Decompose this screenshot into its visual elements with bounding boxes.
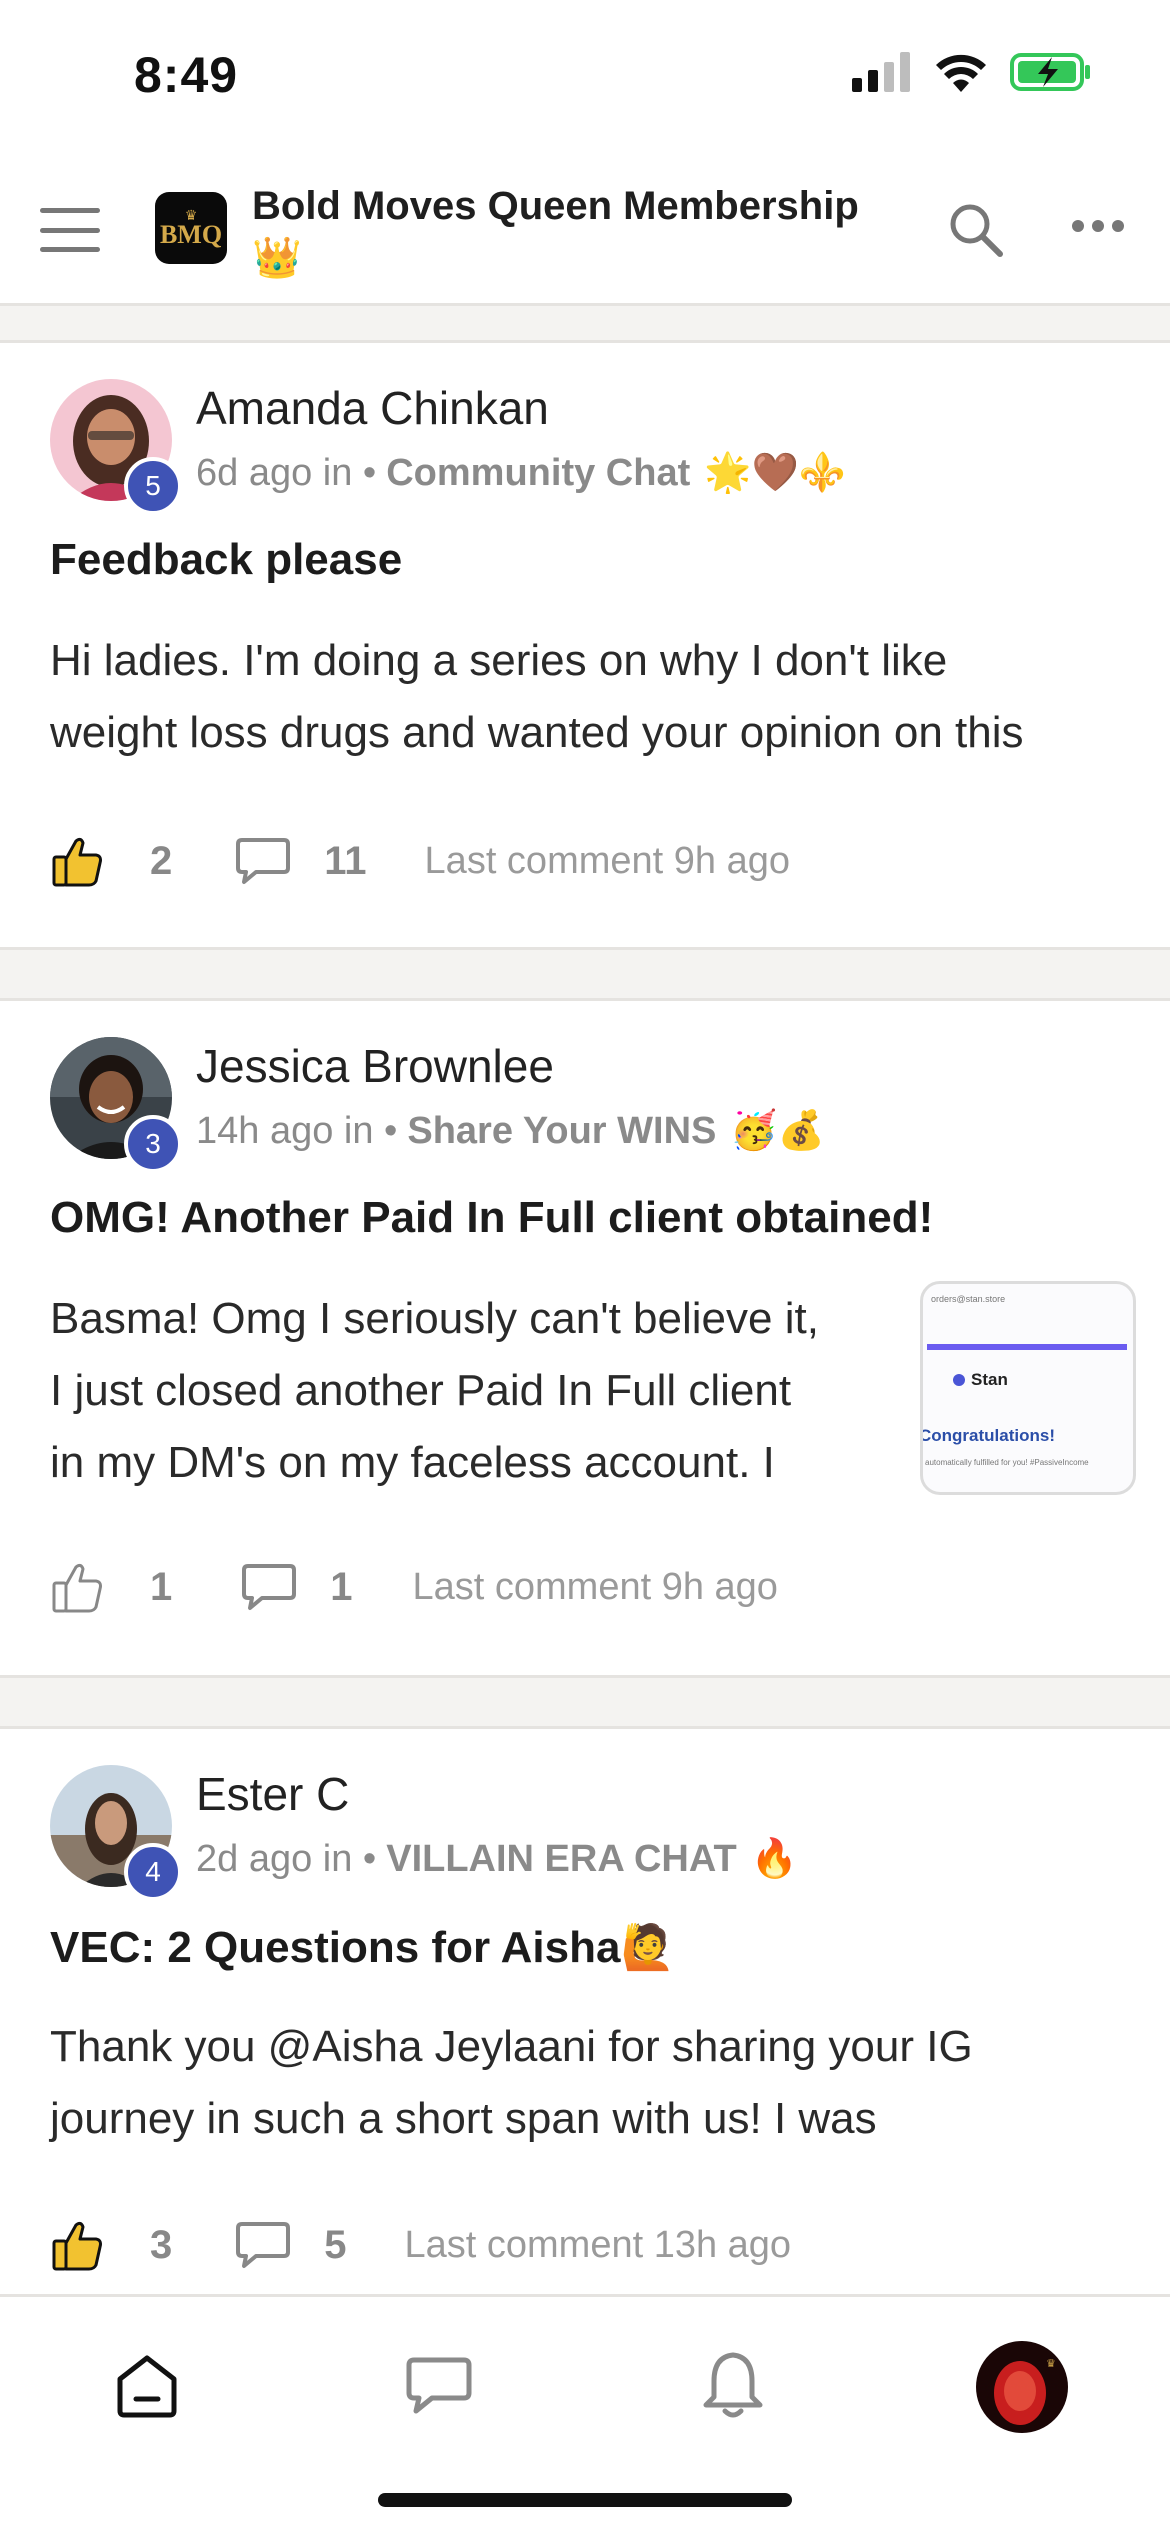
- hamburger-menu-icon[interactable]: [40, 208, 100, 252]
- level-badge: 3: [124, 1115, 182, 1173]
- post-time: 6d ago in •: [196, 451, 377, 494]
- comment-count: 11: [324, 838, 367, 883]
- thumb-small-text: automatically fulfilled for you! #Passiv…: [925, 1458, 1089, 1467]
- like-thumbs-up-icon[interactable]: [50, 833, 106, 889]
- status-time: 8:49: [134, 47, 239, 103]
- post-actions: 2 11 Last comment 9h ago: [50, 833, 790, 889]
- author-avatar-wrap[interactable]: 5: [50, 379, 182, 515]
- like-count: 2: [150, 838, 173, 883]
- post-title[interactable]: VEC: 2 Questions for Aisha🙋: [50, 1921, 675, 1973]
- post-body[interactable]: Basma! Omg I seriously can't believe it,…: [50, 1283, 910, 1499]
- thumb-brand-name: Stan: [971, 1370, 1008, 1389]
- comment-icon[interactable]: [240, 1562, 298, 1612]
- group-logo[interactable]: ♛ BMQ: [155, 192, 227, 264]
- like-count: 1: [150, 1564, 173, 1609]
- group-name: Bold Moves Queen Membership: [252, 184, 859, 228]
- like-thumbs-up-icon[interactable]: [50, 1559, 106, 1615]
- chat-icon[interactable]: [404, 2355, 474, 2417]
- post-meta: 2d ago in • VILLAIN ERA CHAT 🔥: [196, 1837, 798, 1881]
- post-card[interactable]: 5 Amanda Chinkan 6d ago in • Community C…: [0, 340, 1170, 950]
- comment-icon[interactable]: [234, 2220, 292, 2270]
- logo-letters: BMQ: [159, 220, 223, 249]
- category-emoji: 🥳💰: [730, 1110, 825, 1152]
- author-name[interactable]: Jessica Brownlee: [196, 1039, 554, 1093]
- post-meta: 14h ago in • Share Your WINS 🥳💰: [196, 1109, 825, 1153]
- post-meta: 6d ago in • Community Chat 🌟🤎⚜️: [196, 451, 846, 495]
- category-emoji: 🔥: [750, 1838, 798, 1880]
- post-title[interactable]: OMG! Another Paid In Full client obtaine…: [50, 1193, 933, 1243]
- post-time: 14h ago in •: [196, 1109, 398, 1152]
- home-icon[interactable]: [114, 2353, 180, 2419]
- thumb-accent-bar: [927, 1344, 1127, 1350]
- bottom-nav: ♛: [0, 2294, 1170, 2532]
- post-body-line: Thank you @Aisha Jeylaani for sharing yo…: [50, 2022, 973, 2071]
- group-emoji: 👑: [252, 236, 302, 280]
- post-body-line: in my DM's on my faceless account. I: [50, 1438, 775, 1487]
- like-thumbs-up-icon[interactable]: [50, 2217, 106, 2273]
- category-emoji: 🌟🤎⚜️: [704, 452, 847, 494]
- post-actions: 3 5 Last comment 13h ago: [50, 2217, 791, 2273]
- status-bar: 8:49: [0, 0, 1170, 150]
- last-comment: Last comment 9h ago: [412, 1565, 778, 1608]
- profile-avatar[interactable]: ♛: [976, 2341, 1068, 2433]
- author-name[interactable]: Ester C: [196, 1767, 349, 1821]
- post-title[interactable]: Feedback please: [50, 535, 402, 585]
- cellular-signal-icon: [852, 52, 910, 92]
- post-body-line: Hi ladies. I'm doing a series on why I d…: [50, 636, 948, 685]
- bell-icon[interactable]: [700, 2349, 766, 2421]
- last-comment: Last comment 9h ago: [424, 839, 790, 882]
- status-icons: [852, 52, 1092, 92]
- post-body[interactable]: Hi ladies. I'm doing a series on why I d…: [50, 625, 1024, 769]
- author-avatar-wrap[interactable]: 3: [50, 1037, 182, 1173]
- profile-logo-mark: ♛: [1046, 2358, 1056, 2370]
- author-name[interactable]: Amanda Chinkan: [196, 381, 549, 435]
- post-body-line: journey in such a short span with us! I …: [50, 2094, 877, 2143]
- comment-count: 1: [330, 1564, 353, 1609]
- comment-count: 5: [324, 2222, 347, 2267]
- home-indicator: [378, 2493, 792, 2507]
- post-body-line: weight loss drugs and wanted your opinio…: [50, 708, 1024, 757]
- post-card[interactable]: 3 Jessica Brownlee 14h ago in • Share Yo…: [0, 998, 1170, 1678]
- category-link[interactable]: Share Your WINS: [407, 1110, 716, 1153]
- thumb-email: orders@stan.store: [931, 1294, 1006, 1304]
- post-body-line: I just closed another Paid In Full clien…: [50, 1366, 792, 1415]
- app-header: ♛ BMQ Bold Moves Queen Membership 👑: [0, 150, 1170, 306]
- like-count: 3: [150, 2222, 173, 2267]
- group-title[interactable]: Bold Moves Queen Membership 👑: [252, 180, 892, 284]
- category-link[interactable]: VILLAIN ERA CHAT: [386, 1838, 736, 1881]
- search-icon[interactable]: [946, 200, 1006, 260]
- post-body[interactable]: Thank you @Aisha Jeylaani for sharing yo…: [50, 2011, 973, 2155]
- comment-icon[interactable]: [234, 836, 292, 886]
- author-avatar-wrap[interactable]: 4: [50, 1765, 182, 1901]
- more-options-icon[interactable]: [1072, 220, 1124, 232]
- level-badge: 5: [124, 457, 182, 515]
- post-actions: 1 1 Last comment 9h ago: [50, 1559, 778, 1615]
- post-card[interactable]: 4 Ester C 2d ago in • VILLAIN ERA CHAT 🔥…: [0, 1726, 1170, 2294]
- post-image-thumbnail[interactable]: orders@stan.store Stan Congratulations! …: [920, 1281, 1136, 1495]
- thumb-brand: Stan: [953, 1370, 1008, 1390]
- post-body-line: Basma! Omg I seriously can't believe it,: [50, 1294, 819, 1343]
- post-time: 2d ago in •: [196, 1837, 377, 1880]
- thumb-headline: Congratulations!: [920, 1426, 1055, 1445]
- battery-charging-icon: [1010, 53, 1090, 91]
- category-link[interactable]: Community Chat: [386, 452, 690, 495]
- wifi-icon: [936, 54, 986, 92]
- level-badge: 4: [124, 1843, 182, 1901]
- stan-logo-icon: [953, 1374, 965, 1386]
- last-comment: Last comment 13h ago: [404, 2223, 792, 2266]
